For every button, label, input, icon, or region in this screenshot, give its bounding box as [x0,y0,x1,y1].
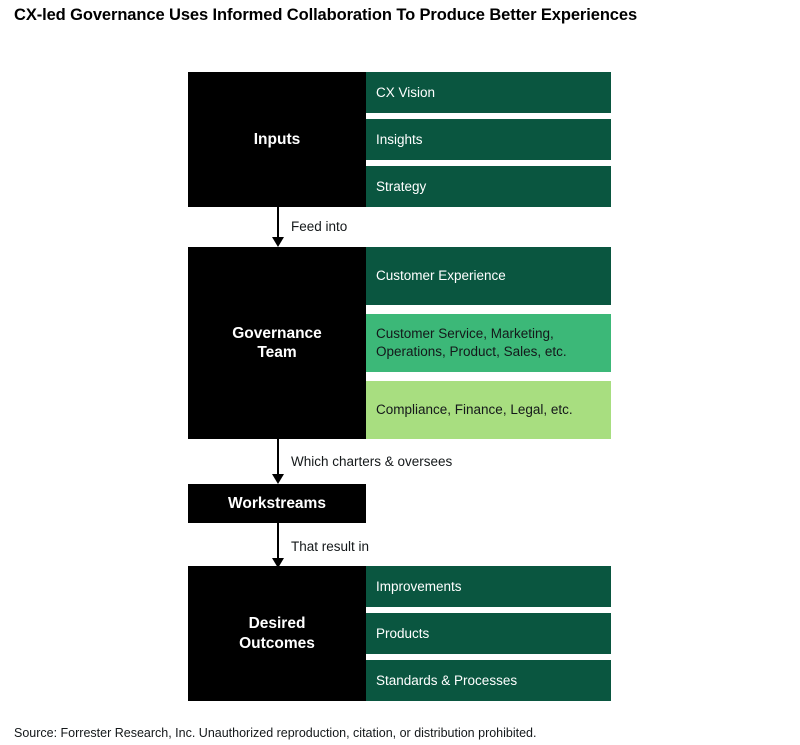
connector-governance-to-workstreams [272,439,284,484]
stage-governance-team-row-3: Compliance, Finance, Legal, etc. [366,381,611,439]
stage-governance-team-rows: Customer Experience Customer Service, Ma… [366,247,611,439]
connector-workstreams-to-outcomes [272,523,284,568]
connector-shaft [277,207,279,238]
stage-inputs-rows: CX Vision Insights Strategy [366,72,611,207]
connector-shaft [277,439,279,475]
stage-governance-team-label-line2: Team [257,344,297,361]
stage-desired-outcomes-rows: Improvements Products Standards & Proces… [366,566,611,701]
stage-desired-outcomes-label-line2: Outcomes [239,634,315,652]
stage-governance-team-label-line1: Governance [232,324,322,342]
stage-inputs-row-1: CX Vision [366,72,611,113]
stage-desired-outcomes-row-1: Improvements [366,566,611,607]
connector-inputs-to-governance [272,207,284,247]
connector-label-which-charters-oversees: Which charters & oversees [291,454,453,469]
source-note: Source: Forrester Research, Inc. Unautho… [14,726,537,740]
stage-inputs-row-3: Strategy [366,166,611,207]
stage-desired-outcomes-row-2: Products [366,613,611,654]
connector-label-that-result-in: That result in [291,539,370,554]
stage-inputs-label: Inputs [188,72,366,207]
stage-governance-team-row-1: Customer Experience [366,247,611,305]
stage-governance-team-label: Governance Team [188,247,366,439]
stage-desired-outcomes-label: Desired Outcomes [188,566,366,701]
stage-desired-outcomes-row-3: Standards & Processes [366,660,611,701]
stage-desired-outcomes: Desired Outcomes Improvements Products S… [188,566,611,701]
arrowhead-icon [272,237,284,247]
stage-workstreams: Workstreams [188,484,366,523]
arrowhead-icon [272,474,284,484]
stage-governance-team: Governance Team Customer Experience Cust… [188,247,611,439]
stage-inputs-row-2: Insights [366,119,611,160]
connector-shaft [277,523,279,559]
stage-desired-outcomes-label-line1: Desired [248,615,306,633]
stage-governance-team-row-2: Customer Service, Marketing, Operations,… [366,314,611,372]
stage-inputs: Inputs CX Vision Insights Strategy [188,72,611,207]
flow-diagram: Inputs CX Vision Insights Strategy Feed … [0,0,800,745]
connector-label-feed-into: Feed into [291,219,348,234]
